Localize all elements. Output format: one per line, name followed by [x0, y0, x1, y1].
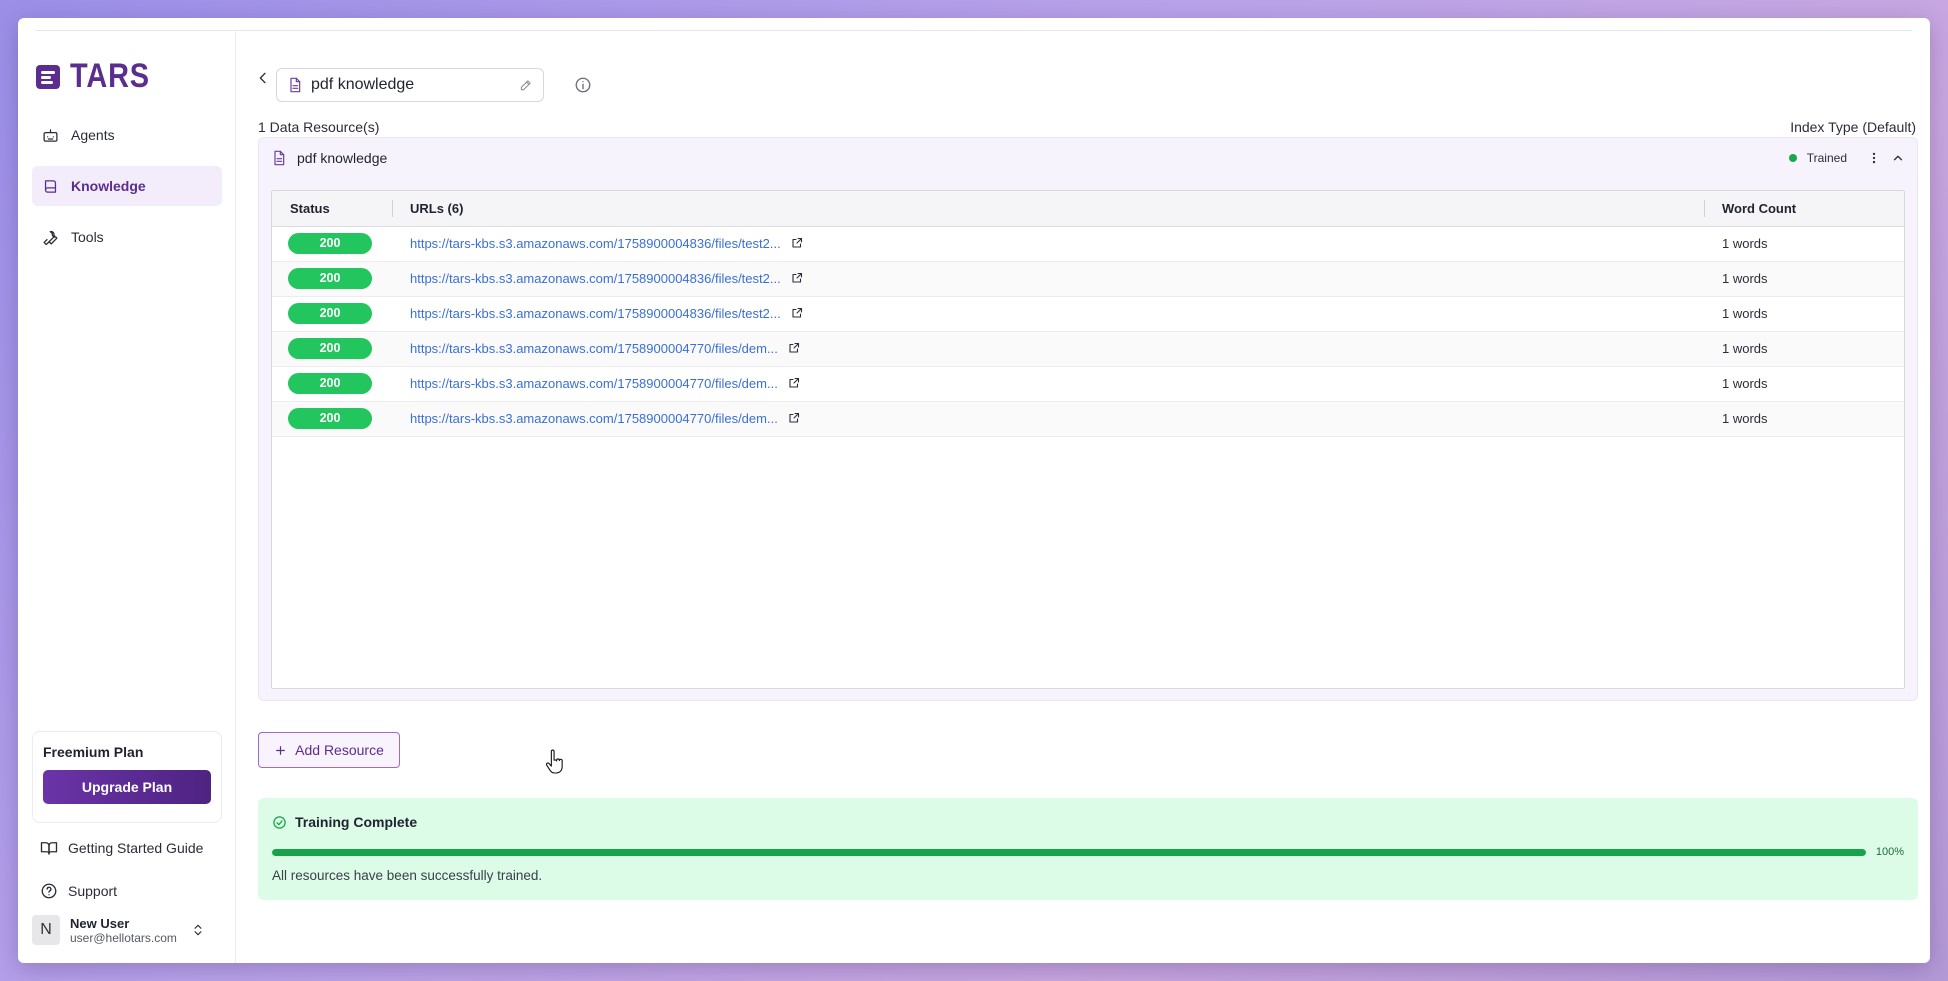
sidebar: TARS Agents Knowledge Tools Freemium Pla… [18, 31, 236, 963]
book-icon [44, 179, 57, 193]
table-row: 200 https://tars-kbs.s3.amazonaws.com/17… [272, 331, 1904, 366]
status-badge: Trained [1806, 151, 1847, 165]
status-pill: 200 [288, 268, 372, 289]
logo-text: TARS [70, 57, 150, 95]
external-link-icon[interactable] [788, 342, 800, 354]
getting-started-guide-link[interactable]: Getting Started Guide [40, 839, 203, 857]
table-row: 200 https://tars-kbs.s3.amazonaws.com/17… [272, 366, 1904, 401]
external-link-icon[interactable] [791, 272, 803, 284]
resource-header[interactable]: pdf knowledge Trained [259, 138, 1917, 178]
sidebar-item-tools[interactable]: Tools [32, 217, 222, 257]
getting-started-label: Getting Started Guide [68, 840, 204, 856]
table-row: 200 https://tars-kbs.s3.amazonaws.com/17… [272, 261, 1904, 296]
info-icon[interactable] [574, 76, 592, 94]
help-circle-icon [41, 883, 57, 899]
sidebar-item-label: Agents [71, 127, 115, 143]
plus-icon [276, 745, 286, 755]
status-pill: 200 [288, 408, 372, 429]
training-title: Training Complete [295, 814, 418, 830]
column-header-status[interactable]: Status [272, 191, 392, 226]
word-count: 1 words [1722, 341, 1768, 356]
more-vertical-icon[interactable] [1867, 151, 1881, 165]
sidebar-item-label: Tools [71, 229, 104, 245]
sidebar-item-agents[interactable]: Agents [32, 115, 222, 155]
app-window: TARS Agents Knowledge Tools Freemium Pla… [18, 18, 1930, 963]
sidebar-item-knowledge[interactable]: Knowledge [32, 166, 222, 206]
wrench-icon [43, 230, 58, 245]
open-book-icon [40, 842, 58, 855]
word-count: 1 words [1722, 411, 1768, 426]
avatar: N [32, 915, 60, 945]
tars-logo-icon [36, 64, 60, 89]
external-link-icon[interactable] [791, 237, 803, 249]
url-link[interactable]: https://tars-kbs.s3.amazonaws.com/175890… [410, 341, 778, 356]
url-link[interactable]: https://tars-kbs.s3.amazonaws.com/175890… [410, 376, 778, 391]
url-link[interactable]: https://tars-kbs.s3.amazonaws.com/175890… [410, 236, 781, 251]
url-link[interactable]: https://tars-kbs.s3.amazonaws.com/175890… [410, 306, 781, 321]
main-content: pdf knowledge 1 Data Resource(s) Index T… [237, 31, 1930, 963]
chevron-up-icon[interactable] [1891, 151, 1905, 165]
user-name: New User [70, 915, 130, 931]
word-count: 1 words [1722, 306, 1768, 321]
resource-panel: pdf knowledge Trained Status URLs (6) Wo… [258, 137, 1918, 701]
user-email: user@hellotars.com [70, 930, 177, 945]
knowledge-title-field[interactable]: pdf knowledge [276, 68, 544, 102]
word-count: 1 words [1722, 376, 1768, 391]
column-header-word-count[interactable]: Word Count [1704, 191, 1904, 226]
plan-card: Freemium Plan Upgrade Plan [32, 731, 222, 823]
add-resource-button[interactable]: Add Resource [258, 732, 400, 768]
robot-icon [43, 128, 58, 142]
sidebar-nav: Agents Knowledge Tools [32, 115, 222, 268]
support-link[interactable]: Support [40, 882, 117, 900]
user-menu[interactable]: N New User user@hellotars.com [32, 915, 205, 945]
status-dot [1788, 154, 1797, 162]
resource-name: pdf knowledge [297, 150, 388, 166]
edit-pencil-icon[interactable] [519, 78, 533, 92]
word-count: 1 words [1722, 271, 1768, 286]
logo[interactable]: TARS [36, 57, 164, 96]
document-icon [274, 150, 285, 166]
upgrade-plan-button[interactable]: Upgrade Plan [43, 770, 211, 804]
url-link[interactable]: https://tars-kbs.s3.amazonaws.com/175890… [410, 271, 781, 286]
training-progress-fill [272, 848, 1866, 856]
table-row: 200 https://tars-kbs.s3.amazonaws.com/17… [272, 296, 1904, 331]
knowledge-title: pdf knowledge [311, 76, 415, 93]
document-icon [290, 77, 301, 93]
external-link-icon[interactable] [788, 412, 800, 424]
status-pill: 200 [288, 338, 372, 359]
support-label: Support [68, 883, 118, 899]
external-link-icon[interactable] [791, 307, 803, 319]
add-resource-label: Add Resource [295, 742, 384, 758]
plan-title: Freemium Plan [43, 744, 144, 760]
sidebar-item-label: Knowledge [71, 178, 146, 194]
training-progress-bar [272, 848, 1866, 856]
table-row: 200 https://tars-kbs.s3.amazonaws.com/17… [272, 226, 1904, 261]
status-pill: 200 [288, 373, 372, 394]
column-header-urls[interactable]: URLs (6) [392, 191, 1704, 226]
training-status-panel: Training Complete 100% All resources hav… [258, 798, 1918, 900]
hand-pointer-cursor-icon [545, 749, 563, 774]
table-header-row: Status URLs (6) Word Count [272, 191, 1904, 226]
training-message: All resources have been successfully tra… [272, 868, 543, 883]
chevron-up-down-icon [194, 924, 202, 936]
status-pill: 200 [288, 233, 372, 254]
table-row: 200 https://tars-kbs.s3.amazonaws.com/17… [272, 401, 1904, 436]
check-circle-icon [273, 815, 286, 829]
back-chevron-icon[interactable] [255, 70, 271, 86]
index-type-label[interactable]: Index Type (Default) [1790, 119, 1916, 135]
training-progress-label: 100% [1875, 846, 1904, 858]
url-link[interactable]: https://tars-kbs.s3.amazonaws.com/175890… [410, 411, 778, 426]
external-link-icon[interactable] [788, 377, 800, 389]
data-resource-count: 1 Data Resource(s) [258, 119, 380, 135]
resource-table: Status URLs (6) Word Count 200 https://t… [271, 190, 1905, 689]
status-pill: 200 [288, 303, 372, 324]
word-count: 1 words [1722, 236, 1768, 251]
